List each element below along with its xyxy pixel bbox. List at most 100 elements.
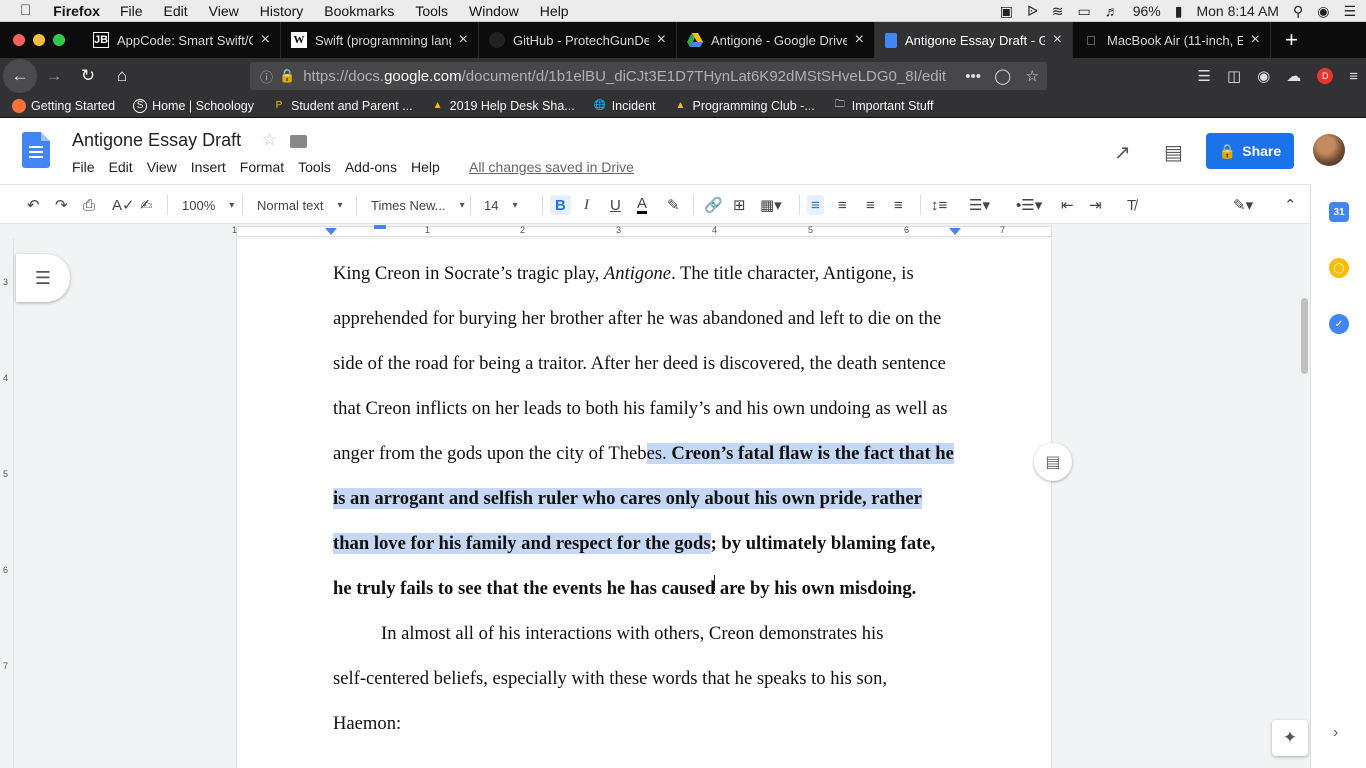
zoom-select[interactable]: 100% — [182, 195, 234, 215]
close-tab-icon[interactable]: × — [459, 31, 468, 49]
document-page[interactable]: King Creon in Socrate’s tragic play, Ant… — [236, 239, 1052, 768]
horizontal-ruler[interactable]: 1 1 2 3 4 5 6 7 — [0, 224, 1310, 239]
tasks-icon[interactable]: ✓ — [1329, 314, 1349, 334]
dropbox-icon[interactable]: ▣ — [1000, 3, 1013, 20]
first-line-indent-marker[interactable] — [374, 225, 386, 229]
clear-formatting-icon[interactable]: T̸ — [1127, 195, 1136, 215]
print-icon[interactable]: ⎙ — [83, 195, 95, 215]
docs-menu-format[interactable]: Format — [240, 159, 284, 175]
library-icon[interactable]: ☰ — [1198, 67, 1211, 85]
right-indent-marker[interactable] — [949, 228, 961, 235]
reload-button[interactable]: ↻ — [71, 59, 105, 93]
increase-indent-icon[interactable]: ⇥ — [1089, 195, 1102, 215]
close-tab-icon[interactable]: × — [1251, 31, 1260, 49]
docs-menu-insert[interactable]: Insert — [191, 159, 226, 175]
scrollbar-thumb[interactable] — [1301, 298, 1308, 374]
text-line[interactable]: King Creon in Socrate’s tragic play, Ant… — [333, 263, 914, 285]
bookmark-folder-important[interactable]: 🗀 Important Stuff — [833, 99, 934, 113]
star-icon[interactable]: ☆ — [262, 130, 277, 150]
left-indent-marker[interactable] — [325, 228, 337, 235]
move-to-folder-icon[interactable] — [290, 135, 307, 148]
extension-icon[interactable]: ☁ — [1286, 67, 1301, 85]
highlight-color-icon[interactable]: ✎ — [667, 195, 680, 215]
bookmark-incident[interactable]: 🌐 Incident — [593, 99, 655, 113]
explore-button[interactable]: ✦ — [1272, 720, 1308, 756]
clock[interactable]: Mon 8:14 AM — [1196, 3, 1279, 19]
menu-window[interactable]: Window — [469, 3, 519, 19]
home-button[interactable]: ⌂ — [105, 59, 139, 93]
wifi-icon[interactable]: ≋ — [1052, 3, 1064, 20]
spotlight-icon[interactable]: ⚲ — [1293, 3, 1303, 20]
text-line[interactable]: than love for his family and respect for… — [333, 533, 935, 555]
docs-menu-tools[interactable]: Tools — [298, 159, 331, 175]
tab-github[interactable]: GitHub - ProtechGunDefe × — [479, 22, 677, 58]
zoom-window-button[interactable] — [53, 34, 65, 46]
text-line[interactable]: apprehended for burying her brother afte… — [333, 308, 941, 330]
address-bar[interactable]: ⓘ 🔒 https://docs.google.com/document/d/1… — [250, 62, 1047, 90]
extension-d-icon[interactable]: D — [1317, 68, 1334, 84]
document-title[interactable]: Antigone Essay Draft — [72, 130, 241, 151]
new-tab-button[interactable]: + — [1285, 27, 1298, 53]
notification-center-icon[interactable]: ☰ — [1343, 3, 1356, 20]
insert-image-icon[interactable]: ▦▾ — [760, 195, 782, 215]
bookmark-student-parent[interactable]: P Student and Parent ... — [272, 99, 413, 113]
bookmark-star-icon[interactable]: ☆ — [1026, 67, 1039, 85]
text-line[interactable]: self-centered beliefs, especially with t… — [333, 668, 887, 690]
url-text[interactable]: https://docs.google.com/document/d/1b1el… — [303, 68, 946, 85]
battery-icon[interactable]: ▮ — [1175, 3, 1183, 20]
close-tab-icon[interactable]: × — [1053, 31, 1062, 49]
text-line[interactable]: Haemon: — [333, 713, 401, 735]
app-menu-firefox[interactable]: Firefox — [53, 3, 100, 19]
docs-menu-file[interactable]: File — [72, 159, 95, 175]
battery-percent[interactable]: 96% — [1133, 3, 1161, 19]
forward-button[interactable]: → — [37, 59, 71, 93]
align-right-icon[interactable]: ≡ — [866, 195, 875, 215]
minimize-window-button[interactable] — [33, 34, 45, 46]
menu-file[interactable]: File — [120, 3, 143, 19]
google-docs-logo-icon[interactable] — [22, 132, 50, 168]
redo-icon[interactable]: ↷ — [55, 195, 68, 215]
font-select[interactable]: Times New... — [371, 195, 465, 215]
align-center-icon[interactable]: ≡ — [838, 195, 847, 215]
bookmark-programming-club[interactable]: ▲ Programming Club -... — [673, 99, 815, 113]
text-line[interactable]: is an arrogant and selfish ruler who car… — [333, 488, 922, 510]
tab-appcode[interactable]: JB AppCode: Smart Swift/Obj × — [83, 22, 281, 58]
docs-menu-help[interactable]: Help — [411, 159, 440, 175]
activity-dashboard-icon[interactable]: ↗ — [1114, 140, 1131, 165]
text-line[interactable]: that Creon inflicts on her leads to both… — [333, 398, 948, 420]
text-line[interactable]: side of the road for being a traitor. Af… — [333, 353, 946, 375]
docs-menu-edit[interactable]: Edit — [109, 159, 133, 175]
bookmark-schoology[interactable]: S Home | Schoology — [133, 98, 254, 113]
paragraph-style-select[interactable]: Normal text — [257, 195, 343, 215]
text-line[interactable]: anger from the gods upon the city of The… — [333, 443, 954, 465]
align-left-button[interactable]: ≡ — [807, 195, 824, 215]
comments-icon[interactable]: ▤ — [1164, 140, 1183, 165]
pocket-icon[interactable]: ◯ — [994, 67, 1011, 85]
account-icon[interactable]: ◉ — [1257, 67, 1270, 85]
close-tab-icon[interactable]: × — [855, 31, 864, 49]
close-tab-icon[interactable]: × — [261, 31, 270, 49]
lock-icon[interactable]: 🔒 — [279, 68, 295, 84]
tab-macbook-air[interactable]:  MacBook Air (11-inch, Ear × — [1073, 22, 1271, 58]
document-canvas[interactable]: King Creon in Socrate’s tragic play, Ant… — [14, 239, 1310, 768]
menu-history[interactable]: History — [260, 3, 304, 19]
justify-icon[interactable]: ≡ — [894, 195, 903, 215]
volume-icon[interactable]: ♬ — [1105, 3, 1119, 19]
italic-button[interactable]: I — [584, 195, 589, 215]
sidebar-icon[interactable]: ◫ — [1227, 67, 1241, 85]
spellcheck-icon[interactable]: A✓ — [112, 195, 135, 215]
font-size-select[interactable]: 14 — [484, 195, 518, 215]
tab-google-drive[interactable]: Antigoné - Google Drive × — [677, 22, 875, 58]
siri-icon[interactable]: ◉ — [1317, 3, 1329, 20]
bookmark-getting-started[interactable]: Getting Started — [12, 98, 115, 113]
expand-panel-icon[interactable]: › — [1333, 724, 1338, 742]
link-icon[interactable]: 🔗 — [704, 195, 723, 215]
underline-button[interactable]: U — [610, 195, 621, 215]
tab-antigone-essay-draft[interactable]: Antigone Essay Draft - Go × — [875, 22, 1073, 58]
calendar-icon[interactable]: 31 — [1329, 202, 1349, 222]
hide-menus-icon[interactable]: ⌃ — [1284, 195, 1297, 215]
info-icon[interactable]: ⓘ — [260, 67, 273, 86]
text-line[interactable]: he truly fails to see that the events he… — [333, 578, 916, 600]
menu-bookmarks[interactable]: Bookmarks — [324, 3, 394, 19]
bookmark-help-desk[interactable]: ▲ 2019 Help Desk Sha... — [431, 99, 575, 113]
